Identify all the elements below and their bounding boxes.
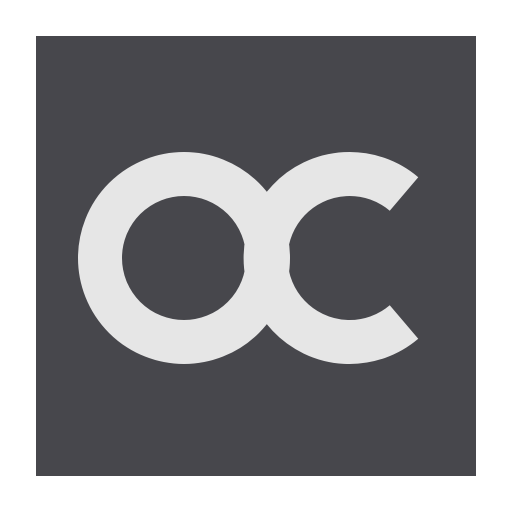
oc-logo-glyph: [78, 152, 419, 364]
oc-logo: [36, 36, 476, 476]
logo-letter-c: [243, 152, 419, 364]
logo-letter-o: [78, 152, 290, 364]
page: [0, 0, 512, 512]
